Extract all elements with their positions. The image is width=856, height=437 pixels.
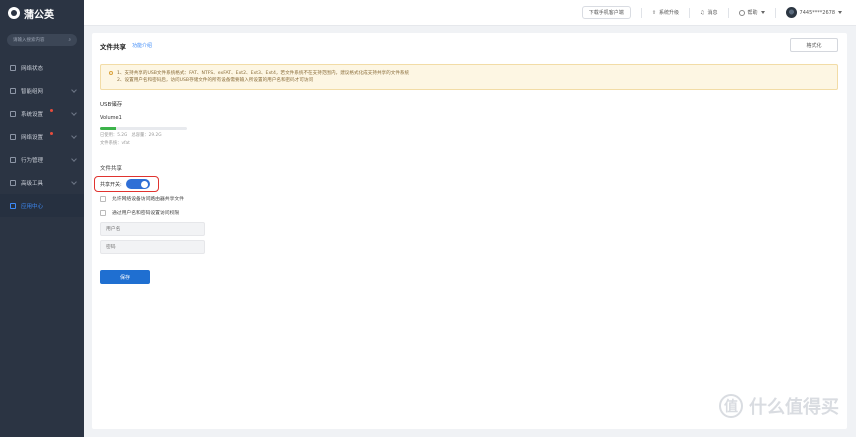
usage-bar-fill bbox=[100, 127, 116, 130]
notice-box: 1、支持共享的USB文件系统格式：FAT、NTFS、exFAT、Ext2、Ext… bbox=[100, 64, 838, 90]
sidebar-item-advanced-tools[interactable]: 高级工具 bbox=[0, 171, 84, 194]
sidebar-item-system-settings[interactable]: 系统设置 bbox=[0, 102, 84, 125]
user-password-access-checkbox[interactable] bbox=[100, 209, 106, 216]
system-upgrade-button[interactable]: ⇪ 系统升级 bbox=[651, 9, 680, 17]
sidebar-item-label: 应用中心 bbox=[21, 203, 44, 210]
account-menu[interactable]: 7445****2678 bbox=[785, 7, 842, 18]
sidebar-item-label: 行为管理 bbox=[21, 157, 44, 164]
user-password-access-option[interactable]: 通过用户名和密码设置访问权限 bbox=[100, 209, 179, 216]
chevron-down-icon bbox=[71, 179, 77, 185]
avatar bbox=[785, 7, 797, 18]
chevron-down-icon bbox=[71, 110, 77, 116]
chevron-down-icon bbox=[71, 87, 77, 93]
help-icon bbox=[738, 9, 745, 16]
usage-info: 已使用：5.2G 总容量：29.2G bbox=[100, 133, 162, 138]
notice-line-1: 1、支持共享的USB文件系统格式：FAT、NTFS、exFAT、Ext2、Ext… bbox=[109, 70, 829, 77]
network-settings-icon bbox=[10, 133, 16, 140]
share-switch-label: 共享开关: bbox=[100, 181, 122, 188]
bell-icon: ♫ bbox=[700, 9, 705, 16]
info-icon bbox=[109, 70, 113, 75]
checkbox-label: 允许网络设备访问路由器共享文件 bbox=[112, 197, 184, 202]
search-icon[interactable]: ⌕ bbox=[68, 37, 71, 43]
sidebar-item-label: 高级工具 bbox=[21, 180, 44, 187]
watermark: 值 什么值得买 bbox=[719, 393, 839, 419]
messages-label: 消息 bbox=[707, 10, 718, 16]
app-logo[interactable]: 蒲公英 bbox=[0, 0, 84, 26]
search-placeholder: 请输入搜索内容 bbox=[13, 38, 45, 43]
chevron-down-icon bbox=[71, 133, 77, 139]
divider bbox=[774, 7, 776, 18]
allow-network-access-option[interactable]: 允许网络设备访问路由器共享文件 bbox=[100, 195, 184, 202]
logo-icon bbox=[8, 7, 20, 19]
upgrade-icon: ⇪ bbox=[651, 9, 657, 16]
usb-section-title: USB储存 bbox=[100, 102, 123, 108]
caret-down-icon bbox=[760, 11, 765, 14]
notice-line-2: 2、设置用户名和密码后，访问USB存储文件的所有设备需要输入所设置的用户名和密码… bbox=[117, 78, 314, 83]
notification-dot bbox=[50, 109, 53, 112]
save-button[interactable]: 保存 bbox=[100, 270, 150, 284]
messages-button[interactable]: ♫ 消息 bbox=[700, 9, 718, 17]
sidebar-item-label: 系统设置 bbox=[21, 111, 44, 118]
checkbox-label: 通过用户名和密码设置访问权限 bbox=[112, 211, 180, 216]
caret-down-icon bbox=[838, 11, 842, 14]
username-input[interactable] bbox=[100, 222, 205, 236]
app-center-icon bbox=[10, 202, 16, 209]
share-section-title: 文件共享 bbox=[100, 166, 123, 172]
sidebar-item-label: 智能组网 bbox=[21, 88, 44, 95]
sidebar-item-label: 网络状态 bbox=[21, 65, 44, 72]
share-toggle[interactable] bbox=[125, 179, 150, 189]
download-app-button[interactable]: 下载手机客户端 bbox=[581, 6, 631, 19]
filesystem-info: 文件系统：vfat bbox=[100, 141, 130, 146]
chevron-down-icon bbox=[71, 156, 77, 162]
divider bbox=[727, 7, 729, 18]
behavior-management-icon bbox=[10, 156, 16, 163]
network-status-icon bbox=[10, 64, 16, 71]
sidebar-item-app-center[interactable]: 应用中心 bbox=[0, 194, 84, 217]
password-input[interactable] bbox=[100, 240, 205, 254]
sidebar-search[interactable]: 请输入搜索内容 ⌕ bbox=[7, 34, 77, 46]
page-title: 文件共享 bbox=[100, 43, 126, 51]
smart-networking-icon bbox=[10, 87, 16, 94]
divider bbox=[689, 7, 691, 18]
advanced-tools-icon bbox=[10, 179, 16, 186]
sidebar-item-network-settings[interactable]: 网络设置 bbox=[0, 125, 84, 148]
watermark-logo: 值 bbox=[719, 394, 743, 418]
account-label: 7445****2678 bbox=[799, 9, 835, 16]
system-upgrade-label: 系统升级 bbox=[659, 10, 680, 16]
main-panel: 文件共享 功能介绍 格式化 1、支持共享的USB文件系统格式：FAT、NTFS、… bbox=[92, 33, 847, 429]
allow-network-access-checkbox[interactable] bbox=[100, 195, 106, 202]
top-bar: 下载手机客户端 ⇪ 系统升级 ♫ 消息 帮助 7445****2678 bbox=[84, 0, 856, 26]
share-switch-row: 共享开关: bbox=[94, 176, 159, 192]
help-label: 帮助 bbox=[747, 10, 758, 16]
usage-bar bbox=[100, 127, 187, 130]
divider bbox=[640, 7, 642, 18]
sidebar-item-network-status[interactable]: 网络状态 bbox=[0, 56, 84, 79]
sidebar: 蒲公英 请输入搜索内容 ⌕ 网络状态 智能组网 系统设置 网络设置 行为管理 高… bbox=[0, 0, 84, 437]
notification-dot bbox=[50, 132, 53, 135]
feature-intro-link[interactable]: 功能介绍 bbox=[132, 42, 152, 49]
format-button[interactable]: 格式化 bbox=[790, 38, 838, 52]
logo-text: 蒲公英 bbox=[24, 9, 54, 21]
volume-name: Volume1 bbox=[100, 115, 122, 121]
sidebar-item-label: 网络设置 bbox=[21, 134, 44, 141]
watermark-text: 什么值得买 bbox=[749, 397, 839, 418]
system-settings-icon bbox=[10, 110, 16, 117]
sidebar-item-behavior-management[interactable]: 行为管理 bbox=[0, 148, 84, 171]
help-menu[interactable]: 帮助 bbox=[738, 9, 765, 16]
sidebar-item-smart-networking[interactable]: 智能组网 bbox=[0, 79, 84, 102]
